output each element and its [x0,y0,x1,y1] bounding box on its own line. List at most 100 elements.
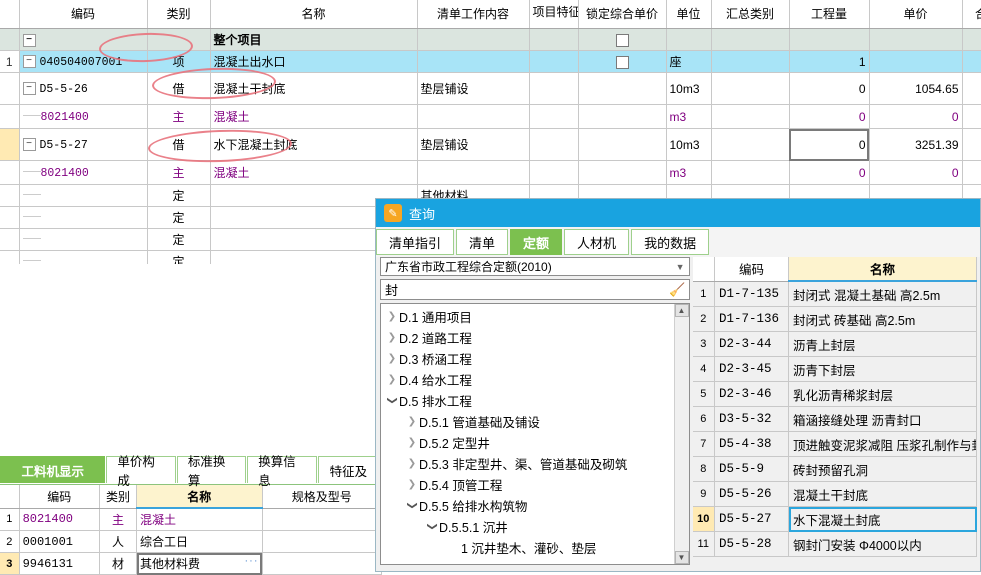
cell-name[interactable]: 综合工日 [136,530,263,553]
col-code[interactable]: 编码 [714,257,789,282]
tree-node-d3[interactable]: ❯ D.3 桥涵工程 [383,348,689,369]
tab-list[interactable]: 清单 [456,229,509,255]
cell-work[interactable] [417,160,530,185]
dialog-tabstrip[interactable]: 清单指引 清单 定额 人材机 我的数据 [376,227,980,257]
detail-panel[interactable]: 工料机显示 单价构成 标准换算 换算信息 特征及 编码 类别 名称 规格及型号 … [0,455,382,575]
cell-quantity[interactable] [789,28,870,51]
cell-category[interactable]: 主 [99,508,138,531]
list-item[interactable]: 8 D5-5-9 砖封预留孔洞 [692,456,977,482]
cell-feature[interactable] [529,28,579,51]
tab-feature[interactable]: 特征及 [317,456,379,483]
col-rowindex[interactable] [0,485,20,509]
cell-unit-price[interactable]: 0 [869,104,963,129]
list-item[interactable]: 3 D2-3-44 沥青上封层 [692,331,977,357]
col-unit[interactable]: 单位 [666,0,712,29]
tree-node-d4[interactable]: ❯ D.4 给水工程 [383,369,689,390]
cell-name[interactable]: 钢封门安装 Φ4000以内 [788,531,977,557]
cell-quantity[interactable]: 0 [789,104,870,129]
cell-code[interactable]: − D5-5-27 [19,128,148,161]
cell-feature[interactable] [529,128,579,161]
table-row[interactable]: 3 9946131 材 其他材料费 ··· [0,552,382,575]
list-item[interactable]: 11 D5-5-28 钢封门安装 Φ4000以内 [692,531,977,557]
cell-unit-price[interactable]: 0 [869,160,963,185]
tree-collapse-icon[interactable]: − [22,138,36,152]
cell-unit-price[interactable] [869,28,963,51]
tree-scrollbar[interactable]: ▲ ▼ [673,304,689,564]
cell-code[interactable]: 0001001 [19,530,100,553]
query-dialog[interactable]: ✎ 查询 清单指引 清单 定额 人材机 我的数据 广东省市政工程综合定额(201… [375,198,981,572]
col-rowindex[interactable] [0,0,20,29]
cell-work[interactable] [417,28,530,51]
tree-node-d55[interactable]: ❯ D.5.5 给排水构筑物 [383,495,689,516]
table-row[interactable]: − D5-5-26 借 混凝土干封底 垫层铺设 10m3 0 1054.65 [0,72,981,105]
cell-feature[interactable] [529,104,579,129]
list-item[interactable]: 7 D5-4-38 顶进触变泥浆减阻 压浆孔制作与封 [692,431,977,457]
col-code[interactable]: 编码 [19,485,100,509]
cell-name[interactable]: 混凝土干封底 [210,72,418,105]
tree-node-d53[interactable]: ❯ D.5.3 非定型井、渠、管道基础及砌筑 [383,453,689,474]
cell-name[interactable]: 沥青上封层 [788,331,977,357]
cell-unit[interactable]: m3 [666,160,712,185]
cell-lock-price[interactable] [578,28,667,51]
cell-lock-price[interactable] [578,128,667,161]
table-row[interactable]: 8021400 主 混凝土 m3 0 0 [0,104,981,129]
search-input[interactable]: 封 🧹 [380,279,690,300]
tab-standard-conversion[interactable]: 标准换算 [176,455,247,488]
cell-unit-price[interactable]: 1054.65 [869,72,963,105]
lock-checkbox[interactable] [615,33,629,47]
cell-total[interactable] [962,160,981,185]
cell-name[interactable]: 水下混凝土封底 [788,506,977,532]
detail-panel-tabstrip[interactable]: 工料机显示 单价构成 标准换算 换算信息 特征及 [0,455,380,488]
tree-collapse-icon[interactable]: − [22,82,36,96]
table-row[interactable]: − 整个项目 [0,28,981,51]
lock-checkbox[interactable] [615,55,629,69]
scroll-up-button[interactable]: ▲ [674,304,689,317]
cell-code[interactable]: 8021400 [19,160,148,185]
tree-node-d1[interactable]: ❯ D.1 通用项目 [383,306,689,327]
tab-conversion-info[interactable]: 换算信息 [247,455,317,488]
quota-tree[interactable]: ❯ D.1 通用项目 ❯ D.2 道路工程 ❯ D.3 桥涵工程 ❯ D.4 给… [380,303,690,565]
cell-quantity[interactable]: 1 [789,50,870,73]
tree-node-d52[interactable]: ❯ D.5.2 定型井 [383,432,689,453]
chevron-down-icon[interactable]: ❯ [427,520,438,534]
cell-code[interactable]: −040504007001 [19,50,148,73]
tab-gongliaoji[interactable]: 工料机显示 [0,456,106,483]
cell-summary[interactable] [711,50,790,73]
broom-icon[interactable]: 🧹 [669,282,685,298]
cell-quantity[interactable]: 0 [789,160,870,185]
cell-name[interactable]: 箱涵接缝处理 沥青封口 [788,406,977,432]
selected-quantity-cell[interactable]: 0 [789,128,870,161]
cell-category[interactable]: 材 [99,552,138,575]
cell-category[interactable]: 人 [99,530,138,553]
cell-name[interactable]: 混凝土干封底 [788,481,977,507]
cell-code[interactable] [19,184,148,207]
tree-node-leaf-1[interactable]: 1 沉井垫木、灌砂、垫层 [383,537,689,558]
cell-name[interactable]: 顶进触变泥浆减阻 压浆孔制作与封 [788,431,977,457]
tab-unit-price-composition[interactable]: 单价构成 [106,455,176,488]
cell-summary[interactable] [711,72,790,105]
col-item-feature[interactable]: 项目特征 [529,0,579,29]
col-work-content[interactable]: 清单工作内容 [417,0,530,29]
chevron-right-icon[interactable]: ❯ [405,416,419,427]
cell-code[interactable]: D1-7-136 [714,306,789,332]
cell-name[interactable]: 封闭式 砖基础 高2.5m [788,306,977,332]
col-category[interactable]: 类别 [147,0,211,29]
cell-total[interactable] [962,128,981,161]
cell-lock-price[interactable] [578,50,667,73]
tab-quota[interactable]: 定额 [510,229,563,255]
cell-name[interactable]: 混凝土出水口 [210,50,418,73]
cell-feature[interactable] [529,72,579,105]
cell-code[interactable]: D3-5-32 [714,406,789,432]
cell-code[interactable] [19,206,148,229]
cell-work[interactable] [417,104,530,129]
cell-unit[interactable] [666,28,712,51]
cell-name[interactable]: 砖封预留孔洞 [788,456,977,482]
cell-code[interactable]: D2-3-46 [714,381,789,407]
list-item[interactable]: 9 D5-5-26 混凝土干封底 [692,481,977,507]
cell-lock-price[interactable] [578,160,667,185]
cell-summary[interactable] [711,128,790,161]
cell-name[interactable]: 混凝土 [136,508,263,531]
cell-unit[interactable]: 座 [666,50,712,73]
table-row[interactable]: 1 8021400 主 混凝土 [0,508,382,531]
col-name[interactable]: 名称 [788,257,977,282]
